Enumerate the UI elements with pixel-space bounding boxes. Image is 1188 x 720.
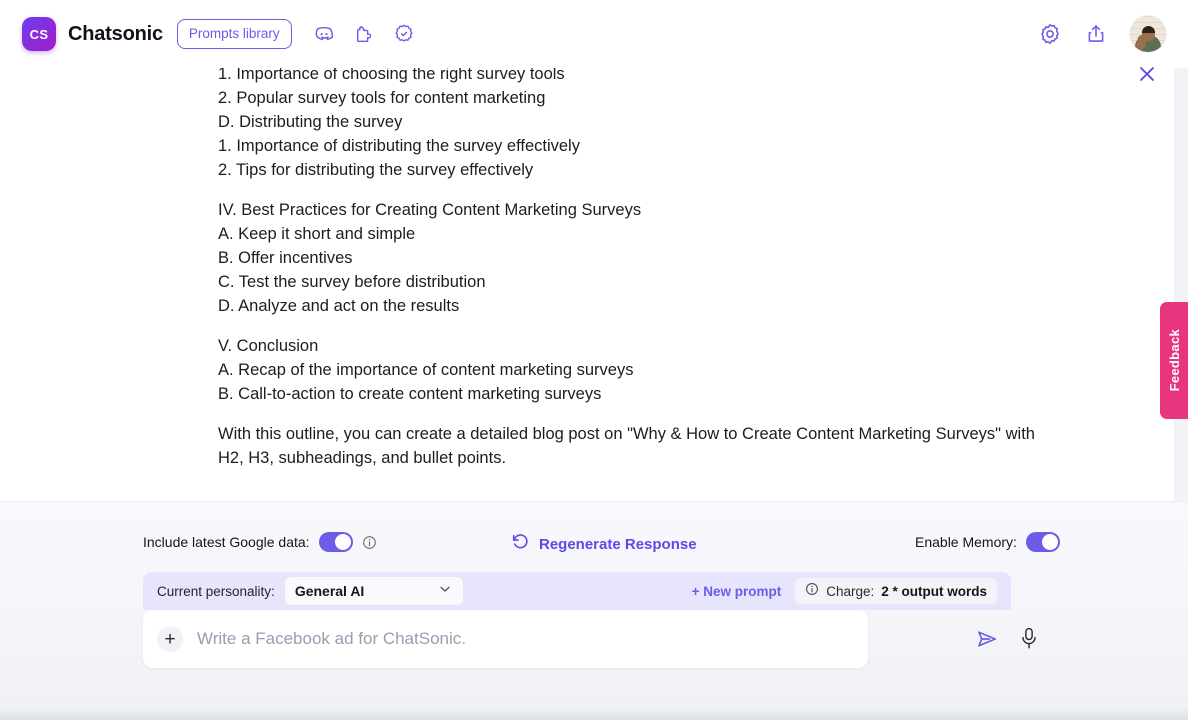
outline-line: C. Test the survey before distribution	[218, 273, 486, 291]
outline-line: 2. Tips for distributing the survey effe…	[218, 161, 534, 179]
add-attachment-button[interactable]: +	[157, 626, 183, 652]
composer-panel: Include latest Google data: Regenerate R…	[0, 501, 1188, 720]
chat-transcript: 1. Importance of choosing the right surv…	[0, 68, 1188, 501]
outline-line: A. Recap of the importance of content ma…	[218, 361, 634, 379]
outline-line: D. Analyze and act on the results	[218, 297, 460, 315]
outline-line: IV. Best Practices for Creating Content …	[218, 201, 642, 219]
feedback-label: Feedback	[1166, 329, 1182, 392]
regenerate-label: Regenerate Response	[539, 535, 697, 553]
header-right-group	[1038, 16, 1166, 52]
memory-toggle-group: Enable Memory:	[915, 532, 1060, 552]
outline-line: B. Offer incentives	[218, 249, 353, 267]
feedback-tab[interactable]: Feedback	[1160, 302, 1188, 419]
charge-value: 2 * output words	[881, 583, 987, 599]
closing-paragraph: With this outline, you can create a deta…	[218, 425, 1035, 467]
assistant-message: 1. Importance of choosing the right surv…	[218, 68, 1048, 470]
personality-label: Current personality:	[157, 583, 275, 599]
regenerate-response-button[interactable]: Regenerate Response	[511, 532, 697, 556]
outline-line: 1. Importance of distributing the survey…	[218, 137, 580, 155]
toggles-row: Include latest Google data: Regenerate R…	[0, 532, 1188, 560]
brand: CS Chatsonic	[22, 17, 163, 51]
share-icon[interactable]	[1084, 22, 1108, 46]
info-icon[interactable]	[362, 535, 377, 550]
info-icon[interactable]	[805, 582, 819, 601]
toggle-knob	[1041, 534, 1058, 550]
close-icon[interactable]	[1136, 63, 1158, 85]
settings-gear-icon[interactable]	[1038, 22, 1062, 46]
outline-line: 1. Importance of choosing the right surv…	[218, 68, 565, 83]
prompt-input[interactable]	[197, 610, 854, 668]
prompts-library-button[interactable]: Prompts library	[176, 19, 292, 49]
outline-line: A. Keep it short and simple	[218, 225, 416, 243]
personality-selector: Current personality: General AI	[157, 577, 463, 605]
personality-dropdown[interactable]: General AI	[284, 577, 463, 605]
bottom-shadow	[0, 708, 1188, 720]
chatsonic-app: CS Chatsonic Prompts library 1. Importan…	[0, 0, 1188, 720]
verified-gear-icon[interactable]	[392, 22, 416, 46]
outline-line: D. Distributing the survey	[218, 113, 403, 131]
memory-label: Enable Memory:	[915, 534, 1017, 550]
charge-label: Charge:	[826, 583, 875, 599]
personality-actions: + New prompt Charge: 2 * output words	[692, 578, 997, 604]
send-icon[interactable]	[975, 628, 999, 650]
brand-name: Chatsonic	[68, 22, 163, 45]
google-data-label: Include latest Google data:	[143, 534, 310, 550]
chevron-down-icon	[437, 581, 453, 602]
microphone-icon[interactable]	[1018, 625, 1040, 653]
header-icon-group	[312, 22, 416, 46]
user-avatar[interactable]	[1130, 16, 1166, 52]
google-data-toggle-group: Include latest Google data:	[143, 532, 377, 552]
charge-badge: Charge: 2 * output words	[795, 578, 997, 604]
puzzle-extension-icon[interactable]	[352, 22, 376, 46]
personality-value: General AI	[294, 583, 365, 599]
prompt-input-box[interactable]: +	[143, 610, 868, 668]
app-logo: CS	[22, 17, 56, 51]
google-data-toggle[interactable]	[318, 532, 353, 552]
discord-icon[interactable]	[312, 22, 336, 46]
chat-scrollbar-track[interactable]	[1174, 68, 1188, 568]
outline-line: B. Call-to-action to create content mark…	[218, 385, 602, 403]
app-header: CS Chatsonic Prompts library	[0, 0, 1188, 68]
personality-bar: Current personality: General AI + New pr…	[143, 572, 1011, 610]
new-prompt-button[interactable]: + New prompt	[692, 584, 782, 599]
outline-line: 2. Popular survey tools for content mark…	[218, 89, 546, 107]
input-row: +	[143, 610, 1036, 668]
refresh-ccw-icon	[511, 532, 530, 556]
outline-line: V. Conclusion	[218, 337, 319, 355]
toggle-knob	[334, 534, 351, 550]
memory-toggle[interactable]	[1025, 532, 1060, 552]
avatar-hair	[1142, 26, 1155, 33]
